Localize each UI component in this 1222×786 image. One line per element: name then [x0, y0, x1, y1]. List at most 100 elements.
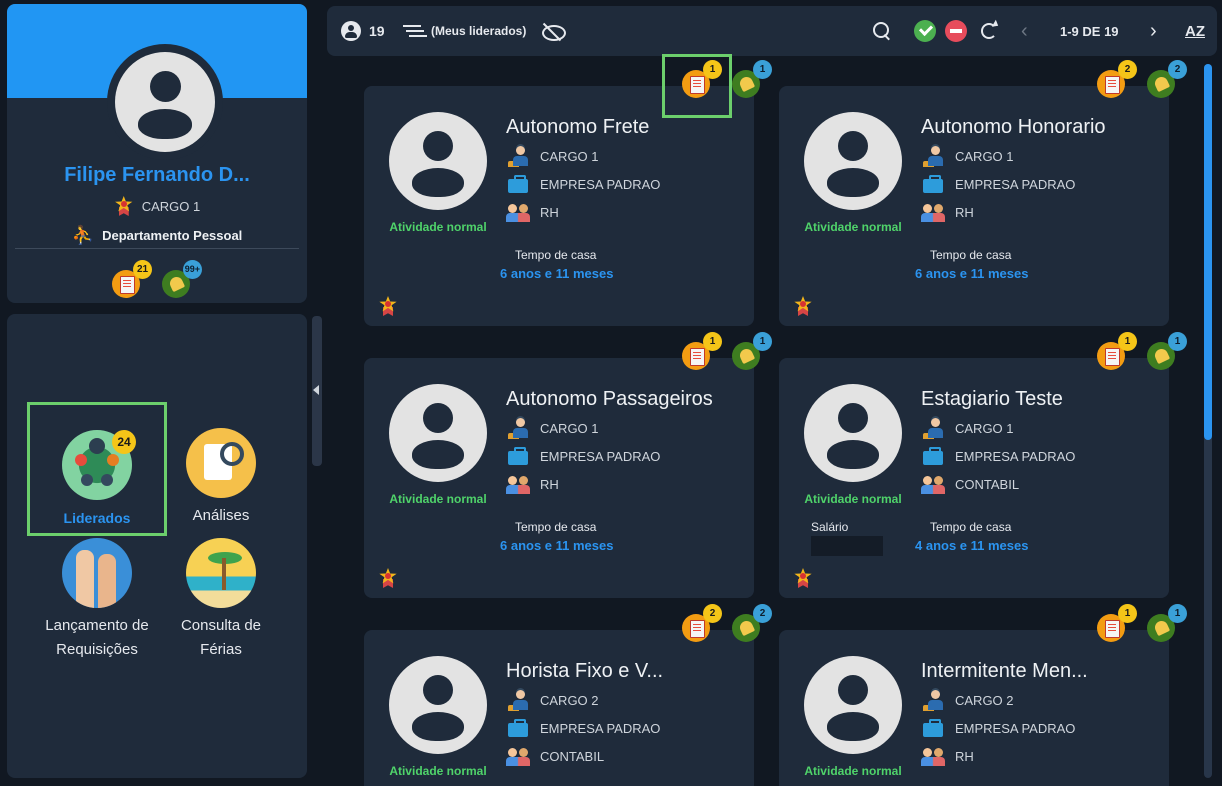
- tasks-count-badge: 1: [1118, 332, 1137, 351]
- alerts-button[interactable]: 1: [1147, 604, 1187, 642]
- medal-icon: [793, 296, 813, 316]
- alerts-button[interactable]: 1: [1147, 332, 1187, 370]
- employee-name[interactable]: Autonomo Frete: [506, 116, 649, 139]
- alerts-button[interactable]: 1: [732, 60, 772, 98]
- company-row: EMPRESA PADRAO: [506, 446, 660, 466]
- menu-tile-analises[interactable]: Análises: [151, 428, 291, 528]
- menu-tile-lancamento[interactable]: Lançamento de Requisições: [27, 538, 167, 662]
- toggle-visibility-button[interactable]: [541, 20, 566, 42]
- pagination: 1-9 DE 19: [1060, 24, 1119, 39]
- alerts-count-badge: 2: [1168, 60, 1187, 79]
- company-row: EMPRESA PADRAO: [921, 174, 1075, 194]
- profile-avatar[interactable]: [115, 52, 215, 152]
- alerts-button[interactable]: 1: [732, 332, 772, 370]
- employee-card[interactable]: Atividade normal Horista Fixo e V... CAR…: [364, 604, 772, 786]
- sort-button[interactable]: AZ: [1185, 23, 1205, 40]
- menu-tile-ferias[interactable]: Consulta de Férias: [151, 538, 291, 662]
- company-row: EMPRESA PADRAO: [921, 446, 1075, 466]
- role-text: CARGO 1: [955, 420, 1014, 436]
- people-icon: [506, 746, 530, 766]
- role-row: CARGO 1: [506, 146, 599, 166]
- status-label: Atividade normal: [389, 220, 487, 234]
- role-text: CARGO 2: [540, 692, 599, 708]
- alerts-count-badge: 1: [1168, 332, 1187, 351]
- employee-name[interactable]: Autonomo Honorario: [921, 116, 1106, 139]
- user-count-value: 19: [369, 23, 385, 39]
- role-text: CARGO 1: [955, 148, 1014, 164]
- employee-avatar[interactable]: [389, 384, 487, 482]
- tasks-button[interactable]: 1: [1097, 332, 1137, 370]
- department-text: CONTABIL: [955, 476, 1020, 492]
- prev-page-button[interactable]: ‹: [1021, 21, 1028, 41]
- worker-icon: [921, 418, 945, 438]
- employee-avatar[interactable]: [389, 112, 487, 210]
- tasks-count-badge: 21: [133, 260, 152, 279]
- profile-tasks-button[interactable]: 21: [112, 260, 152, 298]
- company-text: EMPRESA PADRAO: [955, 176, 1076, 192]
- chevron-left-icon: ‹: [1021, 20, 1028, 42]
- employee-avatar[interactable]: [389, 656, 487, 754]
- chevron-left-icon[interactable]: [313, 385, 319, 395]
- employee-card[interactable]: Atividade normal Autonomo Passageiros CA…: [364, 332, 772, 598]
- filter-inactive-button[interactable]: [945, 20, 967, 42]
- alerts-button[interactable]: 2: [1147, 60, 1187, 98]
- tasks-button[interactable]: 1: [682, 332, 722, 370]
- employee-card[interactable]: Atividade normal Autonomo Honorario CARG…: [779, 60, 1187, 326]
- next-page-button[interactable]: ›: [1150, 21, 1157, 41]
- employee-name[interactable]: Intermitente Men...: [921, 660, 1088, 683]
- filter-icon: [401, 20, 423, 42]
- alerts-count-badge: 99+: [182, 260, 202, 279]
- employee-card[interactable]: Atividade normal Intermitente Men... CAR…: [779, 604, 1187, 786]
- role-row: CARGO 1: [921, 146, 1014, 166]
- company-text: EMPRESA PADRAO: [955, 448, 1076, 464]
- refresh-icon: [978, 20, 1000, 42]
- worker-icon: [921, 146, 945, 166]
- medal-icon: [378, 568, 398, 588]
- filter-label: (Meus liderados): [431, 24, 527, 38]
- check-icon: [914, 20, 936, 42]
- tenure-label: Tempo de casa: [930, 520, 1012, 534]
- department-row: RH: [506, 474, 559, 494]
- employee-name[interactable]: Horista Fixo e V...: [506, 660, 663, 683]
- employee-card[interactable]: Atividade normal Estagiario Teste CARGO …: [779, 332, 1187, 598]
- worker-icon: [506, 418, 530, 438]
- alerts-count-badge: 1: [753, 332, 772, 351]
- employee-avatar[interactable]: [804, 112, 902, 210]
- role-text: CARGO 2: [955, 692, 1014, 708]
- medal-icon: [793, 568, 813, 588]
- tasks-button[interactable]: 2: [1097, 60, 1137, 98]
- profile-name[interactable]: Filipe Fernando D...: [7, 164, 307, 187]
- profile-panel: Filipe Fernando D... CARGO 1 ⛹ Departame…: [7, 4, 307, 303]
- tenure-label: Tempo de casa: [515, 520, 597, 534]
- employee-name[interactable]: Autonomo Passageiros: [506, 388, 713, 411]
- tasks-button[interactable]: 1: [1097, 604, 1137, 642]
- filter-active-button[interactable]: [914, 20, 936, 42]
- tenure-label: Tempo de casa: [515, 248, 597, 262]
- worker-icon: [506, 146, 530, 166]
- filter-button[interactable]: (Meus liderados): [401, 20, 526, 42]
- role-row: CARGO 2: [921, 690, 1014, 710]
- alerts-button[interactable]: 2: [732, 604, 772, 642]
- employee-card[interactable]: Atividade normal Autonomo Frete CARGO 1 …: [364, 60, 772, 326]
- scrollbar-thumb[interactable]: [1204, 64, 1212, 440]
- refresh-button[interactable]: [978, 20, 1000, 42]
- tasks-button[interactable]: 2: [682, 604, 722, 642]
- department-icon: ⛹: [71, 225, 95, 245]
- alerts-count-badge: 2: [753, 604, 772, 623]
- salary-label: Salário: [811, 520, 849, 534]
- chevron-right-icon: ›: [1150, 20, 1157, 42]
- company-row: EMPRESA PADRAO: [506, 718, 660, 738]
- company-text: EMPRESA PADRAO: [540, 176, 661, 192]
- scrollbar[interactable]: [1204, 64, 1212, 778]
- search-button[interactable]: [871, 20, 893, 42]
- worker-icon: [921, 690, 945, 710]
- profile-alerts-button[interactable]: 99+: [162, 260, 202, 298]
- status-label: Atividade normal: [804, 220, 902, 234]
- employee-avatar[interactable]: [804, 384, 902, 482]
- employee-name[interactable]: Estagiario Teste: [921, 388, 1063, 411]
- employee-avatar[interactable]: [804, 656, 902, 754]
- people-icon: [506, 474, 530, 494]
- company-row: EMPRESA PADRAO: [506, 174, 660, 194]
- menu-tile-liderados[interactable]: 24 Liderados: [27, 402, 167, 536]
- analises-label: Análises: [192, 507, 250, 524]
